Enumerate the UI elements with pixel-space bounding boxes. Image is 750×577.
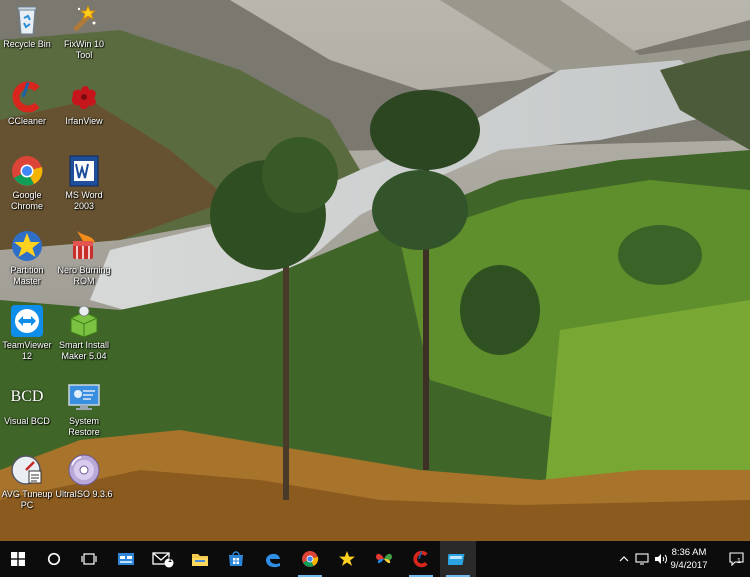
ccleaner-icon <box>413 550 428 568</box>
desktop-icon-smart-install-maker[interactable]: Smart Install Maker 5.04 <box>55 304 113 362</box>
cortana-circle-icon <box>47 552 61 566</box>
taskbar-app-store[interactable] <box>218 541 254 577</box>
taskbar-app-window[interactable] <box>440 541 476 577</box>
desktop-icon-label: Smart Install Maker 5.04 <box>58 340 109 361</box>
notification-count: 1 <box>737 558 741 565</box>
desktop-icon-irfanview[interactable]: IrfanView <box>55 80 113 127</box>
store-icon <box>229 551 243 566</box>
desktop-icon-visual-bcd[interactable]: BCD Visual BCD <box>0 380 56 427</box>
recycle-bin-icon <box>17 6 37 35</box>
tray-network[interactable] <box>633 541 651 577</box>
desktop-icon-avg-tuneup[interactable]: AVG Tuneup PC <box>0 453 56 511</box>
irfanview-icon <box>71 85 96 110</box>
tray-show-hidden-icons[interactable] <box>617 541 631 577</box>
taskbar-app-network-settings[interactable] <box>108 541 144 577</box>
folder-icon <box>192 553 208 566</box>
desktop-icon-nero[interactable]: Nero Burning ROM <box>55 229 113 287</box>
desktop-icon-fixwin[interactable]: FixWin 10 Tool <box>55 3 113 61</box>
teamviewer-icon <box>11 305 43 337</box>
desktop-icon-ms-word[interactable]: MS Word 2003 <box>55 154 113 212</box>
desktop-icon-label: Visual BCD <box>4 416 50 426</box>
butterfly-icon <box>376 553 392 564</box>
system-restore-icon <box>68 384 100 410</box>
taskbar-app-windows-tool[interactable] <box>366 541 402 577</box>
avg-tuneup-icon <box>11 455 42 485</box>
action-center-button[interactable]: 1 <box>724 541 748 577</box>
desktop-icon-label: Partition Master <box>10 265 44 286</box>
chevron-up-icon <box>619 556 629 562</box>
desktop-icon-label: Google Chrome <box>10 190 43 211</box>
desktop-icon-label: MS Word 2003 <box>65 190 103 211</box>
desktop-icon-recycle-bin[interactable]: Recycle Bin <box>0 3 56 50</box>
visual-bcd-icon: BCD <box>10 388 44 405</box>
fixwin-icon <box>73 4 97 32</box>
chrome-icon <box>302 551 319 567</box>
partition-master-icon <box>12 231 42 261</box>
network-icon <box>635 553 649 565</box>
desktop-icon-label: FixWin 10 Tool <box>63 39 104 60</box>
desktop-icon-system-restore[interactable]: System Restore <box>55 380 113 438</box>
ultraiso-icon <box>68 454 100 486</box>
chrome-icon <box>12 156 43 186</box>
start-button[interactable] <box>0 541 36 577</box>
cortana-button[interactable] <box>36 541 72 577</box>
ccleaner-icon <box>12 81 40 113</box>
desktop-icon-label: AVG Tuneup PC <box>1 489 53 510</box>
network-window-icon <box>118 553 134 565</box>
desktop-icon-label: System Restore <box>68 416 100 437</box>
desktop: Recycle Bin CCleaner Google Chrome Partit… <box>0 0 750 541</box>
desktop-icon-teamviewer[interactable]: TeamViewer 12 <box>0 304 56 362</box>
edge-icon <box>266 553 280 568</box>
desktop-icon-ultraiso[interactable]: UltraISO 9.3.6 <box>55 453 113 500</box>
taskbar-app-partition-master[interactable] <box>329 541 365 577</box>
clock-date: 9/4/2017 <box>670 560 708 571</box>
word-icon <box>69 155 99 187</box>
app-window-icon <box>448 554 465 565</box>
taskbar-app-chrome[interactable] <box>292 541 328 577</box>
star-icon <box>339 551 355 566</box>
taskbar-app-edge[interactable] <box>255 541 291 577</box>
desktop-icon-label: UltraISO 9.3.6 <box>55 489 113 499</box>
desktop-icon-label: Nero Burning ROM <box>57 265 111 286</box>
desktop-icon-partition-master[interactable]: Partition Master <box>0 229 56 287</box>
mail-badge: 1 <box>168 557 172 564</box>
desktop-icon-google-chrome[interactable]: Google Chrome <box>0 154 56 212</box>
desktop-icon-label: CCleaner <box>7 116 47 126</box>
desktop-icon-label: IrfanView <box>65 116 103 126</box>
desktop-icon-label: TeamViewer 12 <box>2 340 52 361</box>
taskbar-app-mail[interactable]: 1 <box>145 541 181 577</box>
windows-logo-icon <box>11 552 25 566</box>
task-view-button[interactable] <box>71 541 107 577</box>
taskbar: 1 8:36 AM 9/4/2017 1 <box>0 541 750 577</box>
notification-icon <box>728 552 744 566</box>
task-view-icon <box>81 553 97 565</box>
nero-icon <box>73 231 95 259</box>
taskbar-app-file-explorer[interactable] <box>182 541 218 577</box>
desktop-icon-label: Recycle Bin <box>3 39 51 49</box>
taskbar-clock[interactable]: 8:36 AM 9/4/2017 <box>662 541 716 577</box>
desktop-icon-ccleaner[interactable]: CCleaner <box>0 80 56 127</box>
taskbar-app-ccleaner[interactable] <box>403 541 439 577</box>
clock-time: 8:36 AM <box>671 547 707 558</box>
smart-install-maker-icon <box>70 305 98 338</box>
